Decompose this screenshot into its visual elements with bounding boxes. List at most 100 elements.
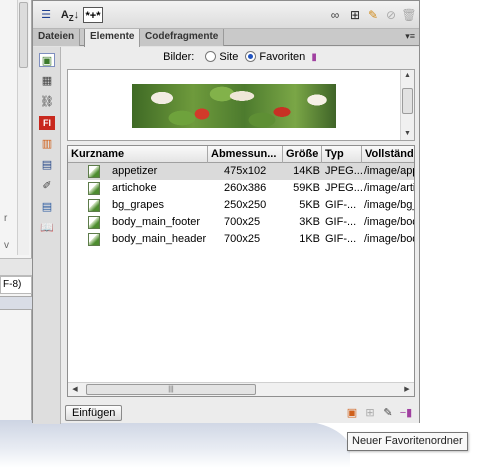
image-file-icon	[88, 233, 100, 246]
asset-dimensions: 700x25	[224, 216, 261, 228]
urls-icon[interactable]: ⛓	[39, 95, 55, 109]
column-header-typ[interactable]: Typ	[322, 146, 362, 163]
filter-icon[interactable]: *+*	[83, 7, 103, 23]
flash-icon[interactable]: Fl	[39, 116, 55, 130]
edit-icon[interactable]: ✎	[381, 406, 395, 420]
asset-type: GIF-...	[325, 199, 357, 211]
new-icon[interactable]: ⊞	[347, 7, 363, 23]
scroll-down-arrow-icon[interactable]: ▼	[401, 128, 414, 140]
asset-dimensions: 260x386	[224, 182, 267, 194]
remove-favorite-icon[interactable]: −▮	[399, 406, 413, 420]
panel-bottom-bar: Einfügen ▣ ⊞ ✎ −▮	[61, 401, 419, 423]
images-icon[interactable]: ▣	[39, 53, 55, 67]
edit-icon[interactable]: ✎	[365, 7, 381, 23]
list-icon[interactable]: ☰	[38, 7, 54, 23]
shockwave-icon[interactable]: ▥	[39, 137, 55, 151]
table-scroll-thumb[interactable]: |||	[86, 384, 256, 395]
asset-type: JPEG...	[325, 182, 362, 194]
background-text-fragment: r	[4, 213, 8, 224]
column-header-kurzname[interactable]: Kurzname	[68, 146, 208, 163]
asset-type: GIF-...	[325, 233, 357, 245]
assets-table: Kurzname Abmessun... Größe Typ Vollständ…	[67, 145, 415, 397]
images-label: Bilder:	[163, 51, 195, 63]
panel-menu-icon[interactable]: ▾≡	[405, 31, 415, 42]
link-icon[interactable]: ∞	[327, 7, 343, 23]
asset-path: /image/artic	[364, 182, 414, 194]
image-preview: ▲ ▼	[67, 69, 415, 141]
trash-icon[interactable]: 🗑	[401, 7, 417, 23]
asset-name: appetizer	[112, 165, 158, 177]
no-icon[interactable]: ⊘	[383, 7, 399, 23]
preview-scroll-thumb[interactable]	[402, 88, 413, 114]
site-radio-label[interactable]: Site	[219, 51, 238, 63]
table-horizontal-scrollbar[interactable]: ◀ ||| ▶	[68, 382, 414, 396]
tab-elemente[interactable]: Elemente	[84, 29, 141, 47]
bookmark-icon: ▮	[311, 52, 317, 63]
tab-dateien[interactable]: Dateien	[33, 29, 81, 46]
background-divider	[0, 258, 32, 276]
desktop-wallpaper	[0, 420, 350, 468]
scroll-right-arrow-icon[interactable]: ▶	[400, 383, 414, 396]
background-text-fragment: v	[4, 240, 9, 251]
favoriten-radio[interactable]	[245, 51, 257, 62]
asset-dimensions: 250x250	[224, 199, 267, 211]
preview-scrollbar[interactable]: ▲ ▼	[400, 70, 414, 140]
panel-tabs: Dateien Elemente Codefragmente ▾≡	[33, 29, 419, 47]
assets-panel: ☰ AZ↓ *+* ∞ ⊞ ✎ ⊘ 🗑 Dateien Elemente Cod…	[32, 0, 420, 424]
asset-type: GIF-...	[325, 216, 357, 228]
colors-icon[interactable]: ▦	[39, 74, 55, 88]
asset-size: 14KB	[293, 165, 320, 177]
table-row[interactable]: body_main_footer 700x25 3KB GIF-... /ima…	[68, 214, 414, 231]
assets-content: Bilder: Site Favoriten ▮ ▲ ▼ Kurzname Ab…	[61, 47, 419, 423]
new-favorite-folder-icon[interactable]: ▣	[345, 406, 359, 420]
asset-name: body_main_header	[112, 233, 207, 245]
tab-codefragmente[interactable]: Codefragmente	[140, 29, 225, 46]
asset-type: JPEG...	[325, 165, 362, 177]
preview-image	[132, 84, 336, 128]
panel-toolbar: ☰ AZ↓ *+* ∞ ⊞ ✎ ⊘ 🗑	[33, 1, 419, 29]
image-file-icon	[88, 165, 100, 178]
library-icon[interactable]: 📖	[39, 221, 55, 235]
background-scroll-thumb[interactable]	[19, 2, 28, 68]
movies-icon[interactable]: ▤	[39, 158, 55, 172]
scripts-icon[interactable]: ✐	[39, 179, 55, 193]
table-row[interactable]: appetizer 475x102 14KB JPEG... /image/ap…	[68, 163, 414, 180]
asset-path: /image/app	[364, 165, 415, 177]
asset-size: 1KB	[299, 233, 320, 245]
image-file-icon	[88, 216, 100, 229]
templates-icon[interactable]: ▤	[39, 200, 55, 214]
asset-size: 59KB	[293, 182, 320, 194]
scroll-up-arrow-icon[interactable]: ▲	[401, 70, 414, 82]
asset-name: body_main_footer	[112, 216, 201, 228]
favoriten-radio-label[interactable]: Favoriten	[259, 51, 305, 63]
asset-dimensions: 700x25	[224, 233, 261, 245]
asset-path: /image/bg_	[364, 199, 415, 211]
images-filter-row: Bilder: Site Favoriten ▮	[61, 47, 419, 69]
asset-path: /image/bod	[364, 216, 415, 228]
image-file-icon	[88, 182, 100, 195]
column-header-groesse[interactable]: Größe	[283, 146, 322, 163]
sort-az-button[interactable]: AZ↓	[59, 7, 81, 23]
table-row[interactable]: artichoke 260x386 59KB JPEG... /image/ar…	[68, 180, 414, 197]
asset-name: artichoke	[112, 182, 157, 194]
image-file-icon	[88, 199, 100, 212]
background-scrollbar[interactable]	[17, 0, 29, 255]
asset-size: 5KB	[299, 199, 320, 211]
table-header: Kurzname Abmessun... Größe Typ Vollständ	[68, 146, 414, 163]
table-row[interactable]: bg_grapes 250x250 5KB GIF-... /image/bg_	[68, 197, 414, 214]
column-header-vollstaendig[interactable]: Vollständ	[362, 146, 414, 163]
insert-button[interactable]: Einfügen	[65, 405, 123, 421]
asset-size: 3KB	[299, 216, 320, 228]
asset-dimensions: 475x102	[224, 165, 267, 177]
tooltip: Neuer Favoritenordner	[347, 432, 468, 451]
table-row[interactable]: body_main_header 700x25 1KB GIF-... /ima…	[68, 231, 414, 248]
asset-name: bg_grapes	[112, 199, 164, 211]
add-to-favorites-icon[interactable]: ⊞	[363, 406, 377, 420]
column-header-abmessungen[interactable]: Abmessun...	[208, 146, 283, 163]
asset-path: /image/bod	[364, 233, 415, 245]
asset-category-sidebar: ▣ ▦ ⛓ Fl ▥ ▤ ✐ ▤ 📖	[33, 47, 61, 424]
background-panel-header	[0, 296, 32, 310]
scroll-left-arrow-icon[interactable]: ◀	[68, 383, 82, 396]
site-radio[interactable]	[205, 51, 217, 62]
encoding-field[interactable]: F-8)	[0, 276, 32, 294]
